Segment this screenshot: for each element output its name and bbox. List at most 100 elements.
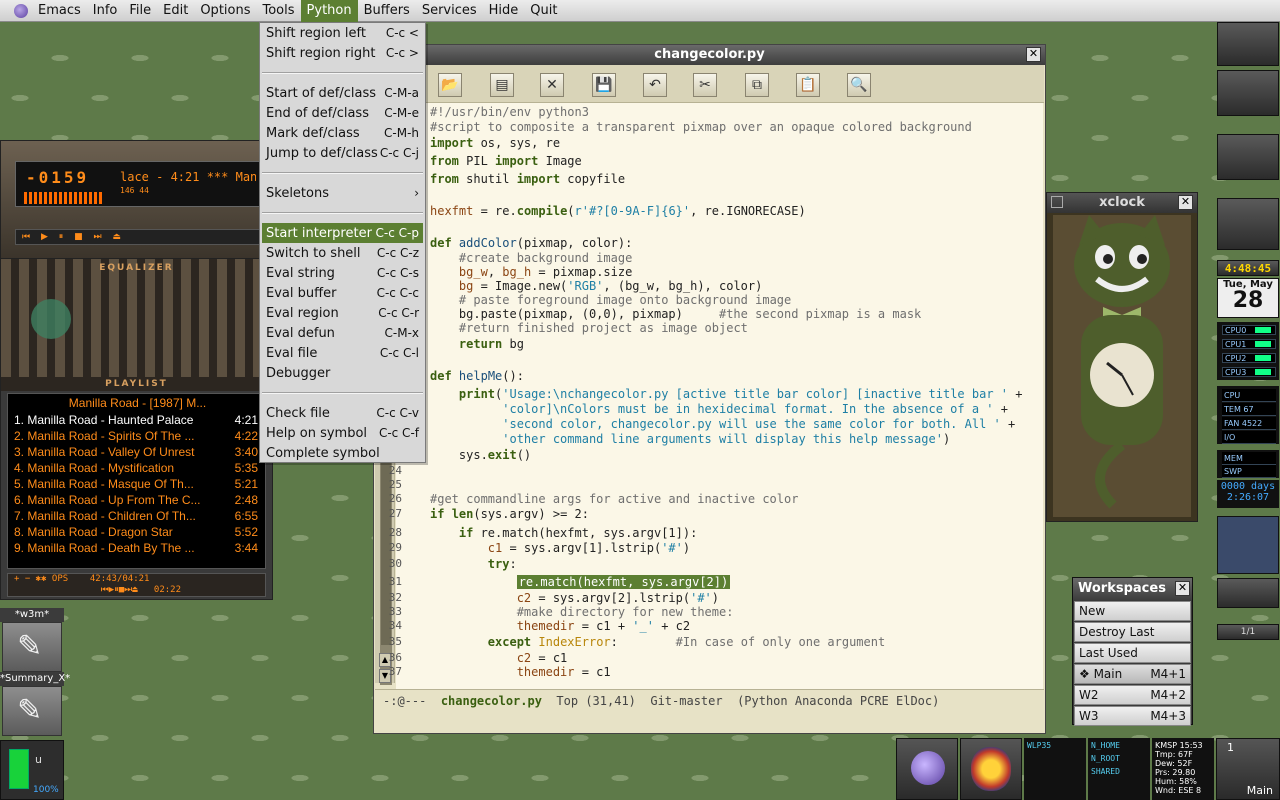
- code-line[interactable]: except IndexError: #In case of only one …: [430, 635, 885, 650]
- dock-pager-mini[interactable]: 1/1: [1217, 624, 1279, 640]
- code-line[interactable]: #make directory for new theme:: [430, 605, 734, 620]
- code-line[interactable]: 'color]\nColors must be in hexidecimal f…: [430, 402, 1008, 417]
- menu-info[interactable]: Info: [87, 0, 124, 22]
- undo-icon[interactable]: ↶: [643, 73, 667, 97]
- playlist-track[interactable]: 5. Manilla Road - Masque Of Th... 5:21: [14, 476, 258, 492]
- dock-misc-icon[interactable]: [1217, 578, 1279, 608]
- close-buffer-icon[interactable]: ✕: [540, 73, 564, 97]
- code-line[interactable]: import os, sys, re: [430, 136, 560, 151]
- code-line[interactable]: return bg: [430, 337, 524, 352]
- python-menu-item[interactable]: Eval region C-c C-r: [262, 303, 423, 323]
- code-line[interactable]: try:: [430, 557, 517, 572]
- xclock-titlebar[interactable]: xclock: [1047, 193, 1197, 213]
- open-folder-icon[interactable]: 📂: [438, 73, 462, 97]
- menu-emacs[interactable]: Emacs: [32, 0, 87, 22]
- python-menu-item[interactable]: Eval file C-c C-l: [262, 343, 423, 363]
- python-menu-item[interactable]: Help on symbol C-c C-f: [262, 423, 423, 443]
- code-line[interactable]: themedir = c1 + '_' + c2: [430, 619, 690, 634]
- equalizer-panel[interactable]: EQUALIZER: [1, 259, 272, 377]
- code-line[interactable]: #get commandline args for active and ina…: [430, 492, 798, 507]
- code-line[interactable]: 'other command line arguments will displ…: [430, 432, 950, 447]
- close-icon[interactable]: ✕: [1026, 47, 1041, 62]
- code-line[interactable]: c1 = sys.argv[1].lstrip('#'): [430, 541, 690, 556]
- playlist-track[interactable]: 9. Manilla Road - Death By The ... 3:44: [14, 540, 258, 556]
- code-line[interactable]: hexfmt = re.compile(r'#?[0-9A-F]{6}', re…: [430, 204, 806, 219]
- modeline-buffer[interactable]: changecolor.py: [441, 694, 542, 708]
- save-icon[interactable]: 💾: [592, 73, 616, 97]
- code-line[interactable]: bg = Image.new('RGB', (bg_w, bg_h), colo…: [430, 279, 762, 294]
- python-menu-item[interactable]: End of def/class C-M-e: [262, 103, 423, 123]
- code-line[interactable]: re.match(hexfmt, sys.argv[2]): [430, 575, 731, 590]
- search-icon[interactable]: 🔍: [847, 73, 871, 97]
- workspace-item[interactable]: Last Used: [1074, 643, 1191, 663]
- python-menu-item[interactable]: Start of def/class C-M-a: [262, 83, 423, 103]
- menu-quit[interactable]: Quit: [524, 0, 563, 22]
- mixer-icon[interactable]: [1217, 516, 1279, 574]
- menu-edit[interactable]: Edit: [157, 0, 194, 22]
- workspace-item[interactable]: ❖ Main M4+1: [1074, 664, 1191, 684]
- python-menu-item[interactable]: Shift region left C-c <: [262, 23, 423, 43]
- modeline-vc[interactable]: Git-master: [650, 694, 722, 708]
- playlist-track[interactable]: 8. Manilla Road - Dragon Star 5:52: [14, 524, 258, 540]
- code-line[interactable]: print('Usage:\nchangecolor.py [active ti…: [430, 387, 1023, 402]
- menu-python[interactable]: Python: [300, 0, 358, 22]
- python-menu-item[interactable]: Debugger: [262, 363, 423, 383]
- cut-icon[interactable]: ✂: [693, 73, 717, 97]
- python-menu-item[interactable]: Start interpreter C-c C-p: [262, 223, 423, 243]
- player-controls[interactable]: ⏮ ▶ ⏸ ■ ⏭ ⏏: [15, 229, 260, 245]
- dock-windowmaker-icon[interactable]: [960, 738, 1022, 800]
- code-line[interactable]: def helpMe():: [430, 369, 524, 384]
- playlist-track[interactable]: 1. Manilla Road - Haunted Palace 4:21: [14, 412, 258, 428]
- python-menu-item[interactable]: Eval buffer C-c C-c: [262, 283, 423, 303]
- menu-hide[interactable]: Hide: [483, 0, 525, 22]
- dock-terminal-icon[interactable]: [1217, 198, 1279, 250]
- workspace-item[interactable]: W3 M4+3: [1074, 706, 1191, 726]
- playlist-track[interactable]: 3. Manilla Road - Valley Of Unrest 3:40: [14, 444, 258, 460]
- code-line[interactable]: from shutil import copyfile: [430, 172, 625, 187]
- dock-drawer-icon[interactable]: [1217, 134, 1279, 180]
- menu-tools[interactable]: Tools: [257, 0, 301, 22]
- code-line[interactable]: bg.paste(pixmap, (0,0), pixmap) #the sec…: [430, 307, 921, 322]
- code-line[interactable]: themedir = c1: [430, 665, 611, 680]
- playlist-track[interactable]: 4. Manilla Road - Mystification 5:35: [14, 460, 258, 476]
- dock-settings-icon[interactable]: [1217, 70, 1279, 116]
- menu-file[interactable]: File: [123, 0, 157, 22]
- python-menu-item[interactable]: Eval string C-c C-s: [262, 263, 423, 283]
- playlist-track[interactable]: 6. Manilla Road - Up From The C... 2:48: [14, 492, 258, 508]
- xclock-menu-icon[interactable]: [1051, 196, 1063, 208]
- python-menu-item[interactable]: Complete symbol: [262, 443, 423, 463]
- playlist-track[interactable]: 2. Manilla Road - Spirits Of The ... 4:22: [14, 428, 258, 444]
- playlist-track[interactable]: 7. Manilla Road - Children Of Th... 6:55: [14, 508, 258, 524]
- code-line[interactable]: c2 = c1: [430, 651, 568, 666]
- python-menu-item[interactable]: Check file C-c C-v: [262, 403, 423, 423]
- workspace-item[interactable]: W2 M4+2: [1074, 685, 1191, 705]
- menu-options[interactable]: Options: [194, 0, 256, 22]
- code-line[interactable]: bg_w, bg_h = pixmap.size: [430, 265, 632, 280]
- code-line[interactable]: c2 = sys.argv[2].lstrip('#'): [430, 591, 719, 606]
- menu-services[interactable]: Services: [416, 0, 483, 22]
- xclock-close-icon[interactable]: ✕: [1178, 195, 1193, 210]
- code-line[interactable]: #!/usr/bin/env python3: [430, 105, 589, 120]
- dired-icon[interactable]: ▤: [490, 73, 514, 97]
- workspaces-close-icon[interactable]: ✕: [1175, 581, 1190, 596]
- dock-emacs-icon[interactable]: [896, 738, 958, 800]
- python-menu-item[interactable]: Mark def/class C-M-h: [262, 123, 423, 143]
- code-line[interactable]: if len(sys.argv) >= 2:: [430, 507, 589, 522]
- menu-buffers[interactable]: Buffers: [358, 0, 416, 22]
- workspace-pager[interactable]: 1 Main: [1216, 738, 1280, 800]
- python-menu-item[interactable]: Skeletons ›: [262, 183, 423, 203]
- code-line[interactable]: #script to composite a transparent pixma…: [430, 120, 972, 135]
- workspace-item[interactable]: Destroy Last: [1074, 622, 1191, 642]
- code-editor[interactable]: #!/usr/bin/env python3 #script to composi…: [389, 103, 1043, 689]
- code-line[interactable]: sys.exit(): [430, 448, 531, 463]
- emacs-titlebar[interactable]: changecolor.py: [374, 45, 1045, 65]
- iconified-summary[interactable]: [2, 686, 62, 736]
- echo-area[interactable]: [375, 712, 1044, 733]
- code-line[interactable]: if re.match(hexfmt, sys.argv[1]):: [430, 526, 697, 541]
- code-line[interactable]: # paste foreground image onto background…: [430, 293, 791, 308]
- code-line[interactable]: from PIL import Image: [430, 154, 582, 169]
- python-menu-item[interactable]: Switch to shell C-c C-z: [262, 243, 423, 263]
- code-line[interactable]: #return finished project as image object: [430, 321, 748, 336]
- python-menu-item[interactable]: Eval defun C-M-x: [262, 323, 423, 343]
- copy-icon[interactable]: ⧉: [745, 73, 769, 97]
